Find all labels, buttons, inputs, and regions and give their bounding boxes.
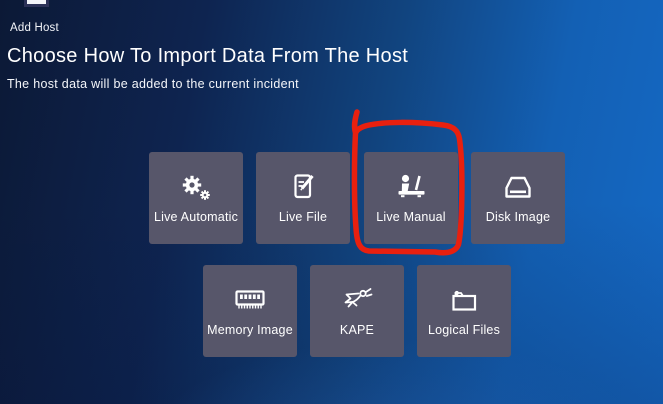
tile-label: Disk Image (486, 210, 551, 224)
tile-label: KAPE (340, 323, 374, 337)
tile-live-file[interactable]: Live File (256, 152, 350, 244)
tile-label: Logical Files (428, 323, 500, 337)
tile-label: Live Automatic (154, 210, 238, 224)
person-laptop-icon (391, 172, 431, 202)
gears-icon (176, 172, 216, 202)
tile-live-manual[interactable]: Live Manual (364, 152, 458, 244)
tile-label: Memory Image (207, 323, 293, 337)
page-title: Choose How To Import Data From The Host (7, 45, 408, 68)
tile-label: Live Manual (376, 210, 446, 224)
breadcrumb: Add Host (10, 22, 59, 34)
tile-label: Live File (279, 210, 327, 224)
folder-icon (444, 285, 484, 315)
add-host-screen: Add Host Choose How To Import Data From … (0, 0, 663, 404)
ram-icon (230, 285, 270, 315)
page-subtitle: The host data will be added to the curre… (7, 77, 299, 91)
tile-disk-image[interactable]: Disk Image (471, 152, 565, 244)
tile-kape[interactable]: KAPE (310, 265, 404, 357)
tile-live-automatic[interactable]: Live Automatic (149, 152, 243, 244)
file-edit-icon (283, 172, 323, 202)
superhero-icon (337, 285, 377, 315)
disk-drive-icon (498, 172, 538, 202)
window-icon (24, 0, 49, 7)
tile-logical-files[interactable]: Logical Files (417, 265, 511, 357)
window-icon-glass (27, 0, 46, 4)
tile-memory-image[interactable]: Memory Image (203, 265, 297, 357)
